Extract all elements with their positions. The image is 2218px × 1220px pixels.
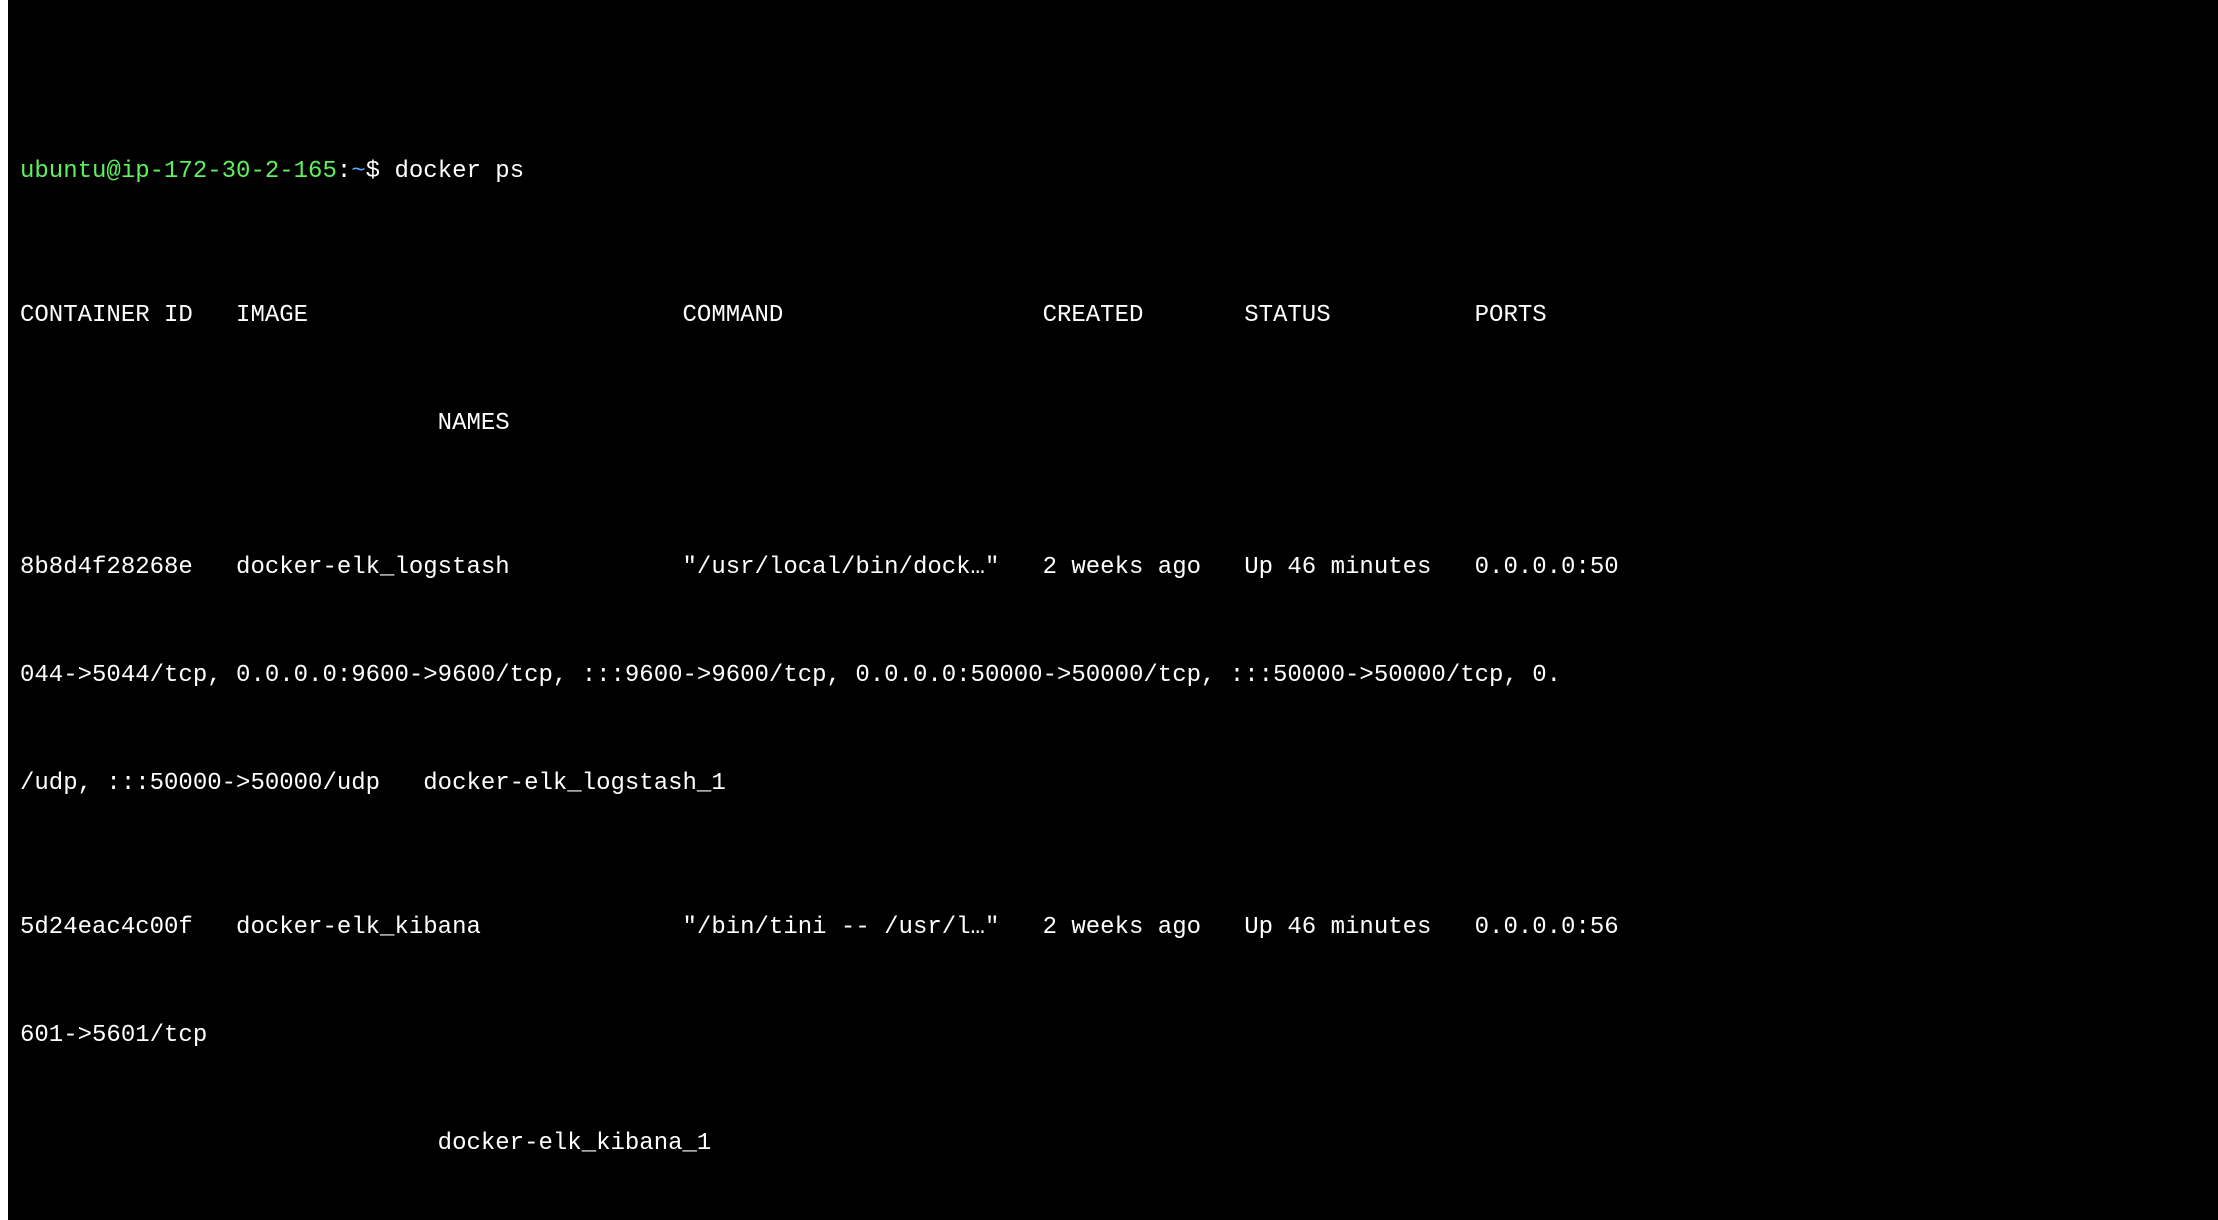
sep: : [337,158,351,185]
terminal-window[interactable]: ubuntu@ip-172-30-2-165:~$ docker ps CONT… [0,0,2218,1220]
path: ~ [351,158,365,185]
user-host: ubuntu@ip-172-30-2-165 [20,158,337,185]
names-header: NAMES [20,406,2218,442]
table-row: 601->5601/tcp [20,1018,2218,1054]
table-row: docker-elk_kibana_1 [20,1126,2218,1162]
table-row: 044->5044/tcp, 0.0.0.0:9600->9600/tcp, :… [20,658,2218,694]
table-row: 8b8d4f28268e docker-elk_logstash "/usr/l… [20,550,2218,586]
prompt-line-1: ubuntu@ip-172-30-2-165:~$ docker ps [20,154,2218,190]
prompt-symbol: $ [366,158,380,185]
table-row: /udp, :::50000->50000/udp docker-elk_log… [20,766,2218,802]
left-border [0,0,8,1220]
command-text: docker ps [394,158,524,185]
table-header: CONTAINER ID IMAGE COMMAND CREATED STATU… [20,298,2218,334]
table-row: 5d24eac4c00f docker-elk_kibana "/bin/tin… [20,910,2218,946]
